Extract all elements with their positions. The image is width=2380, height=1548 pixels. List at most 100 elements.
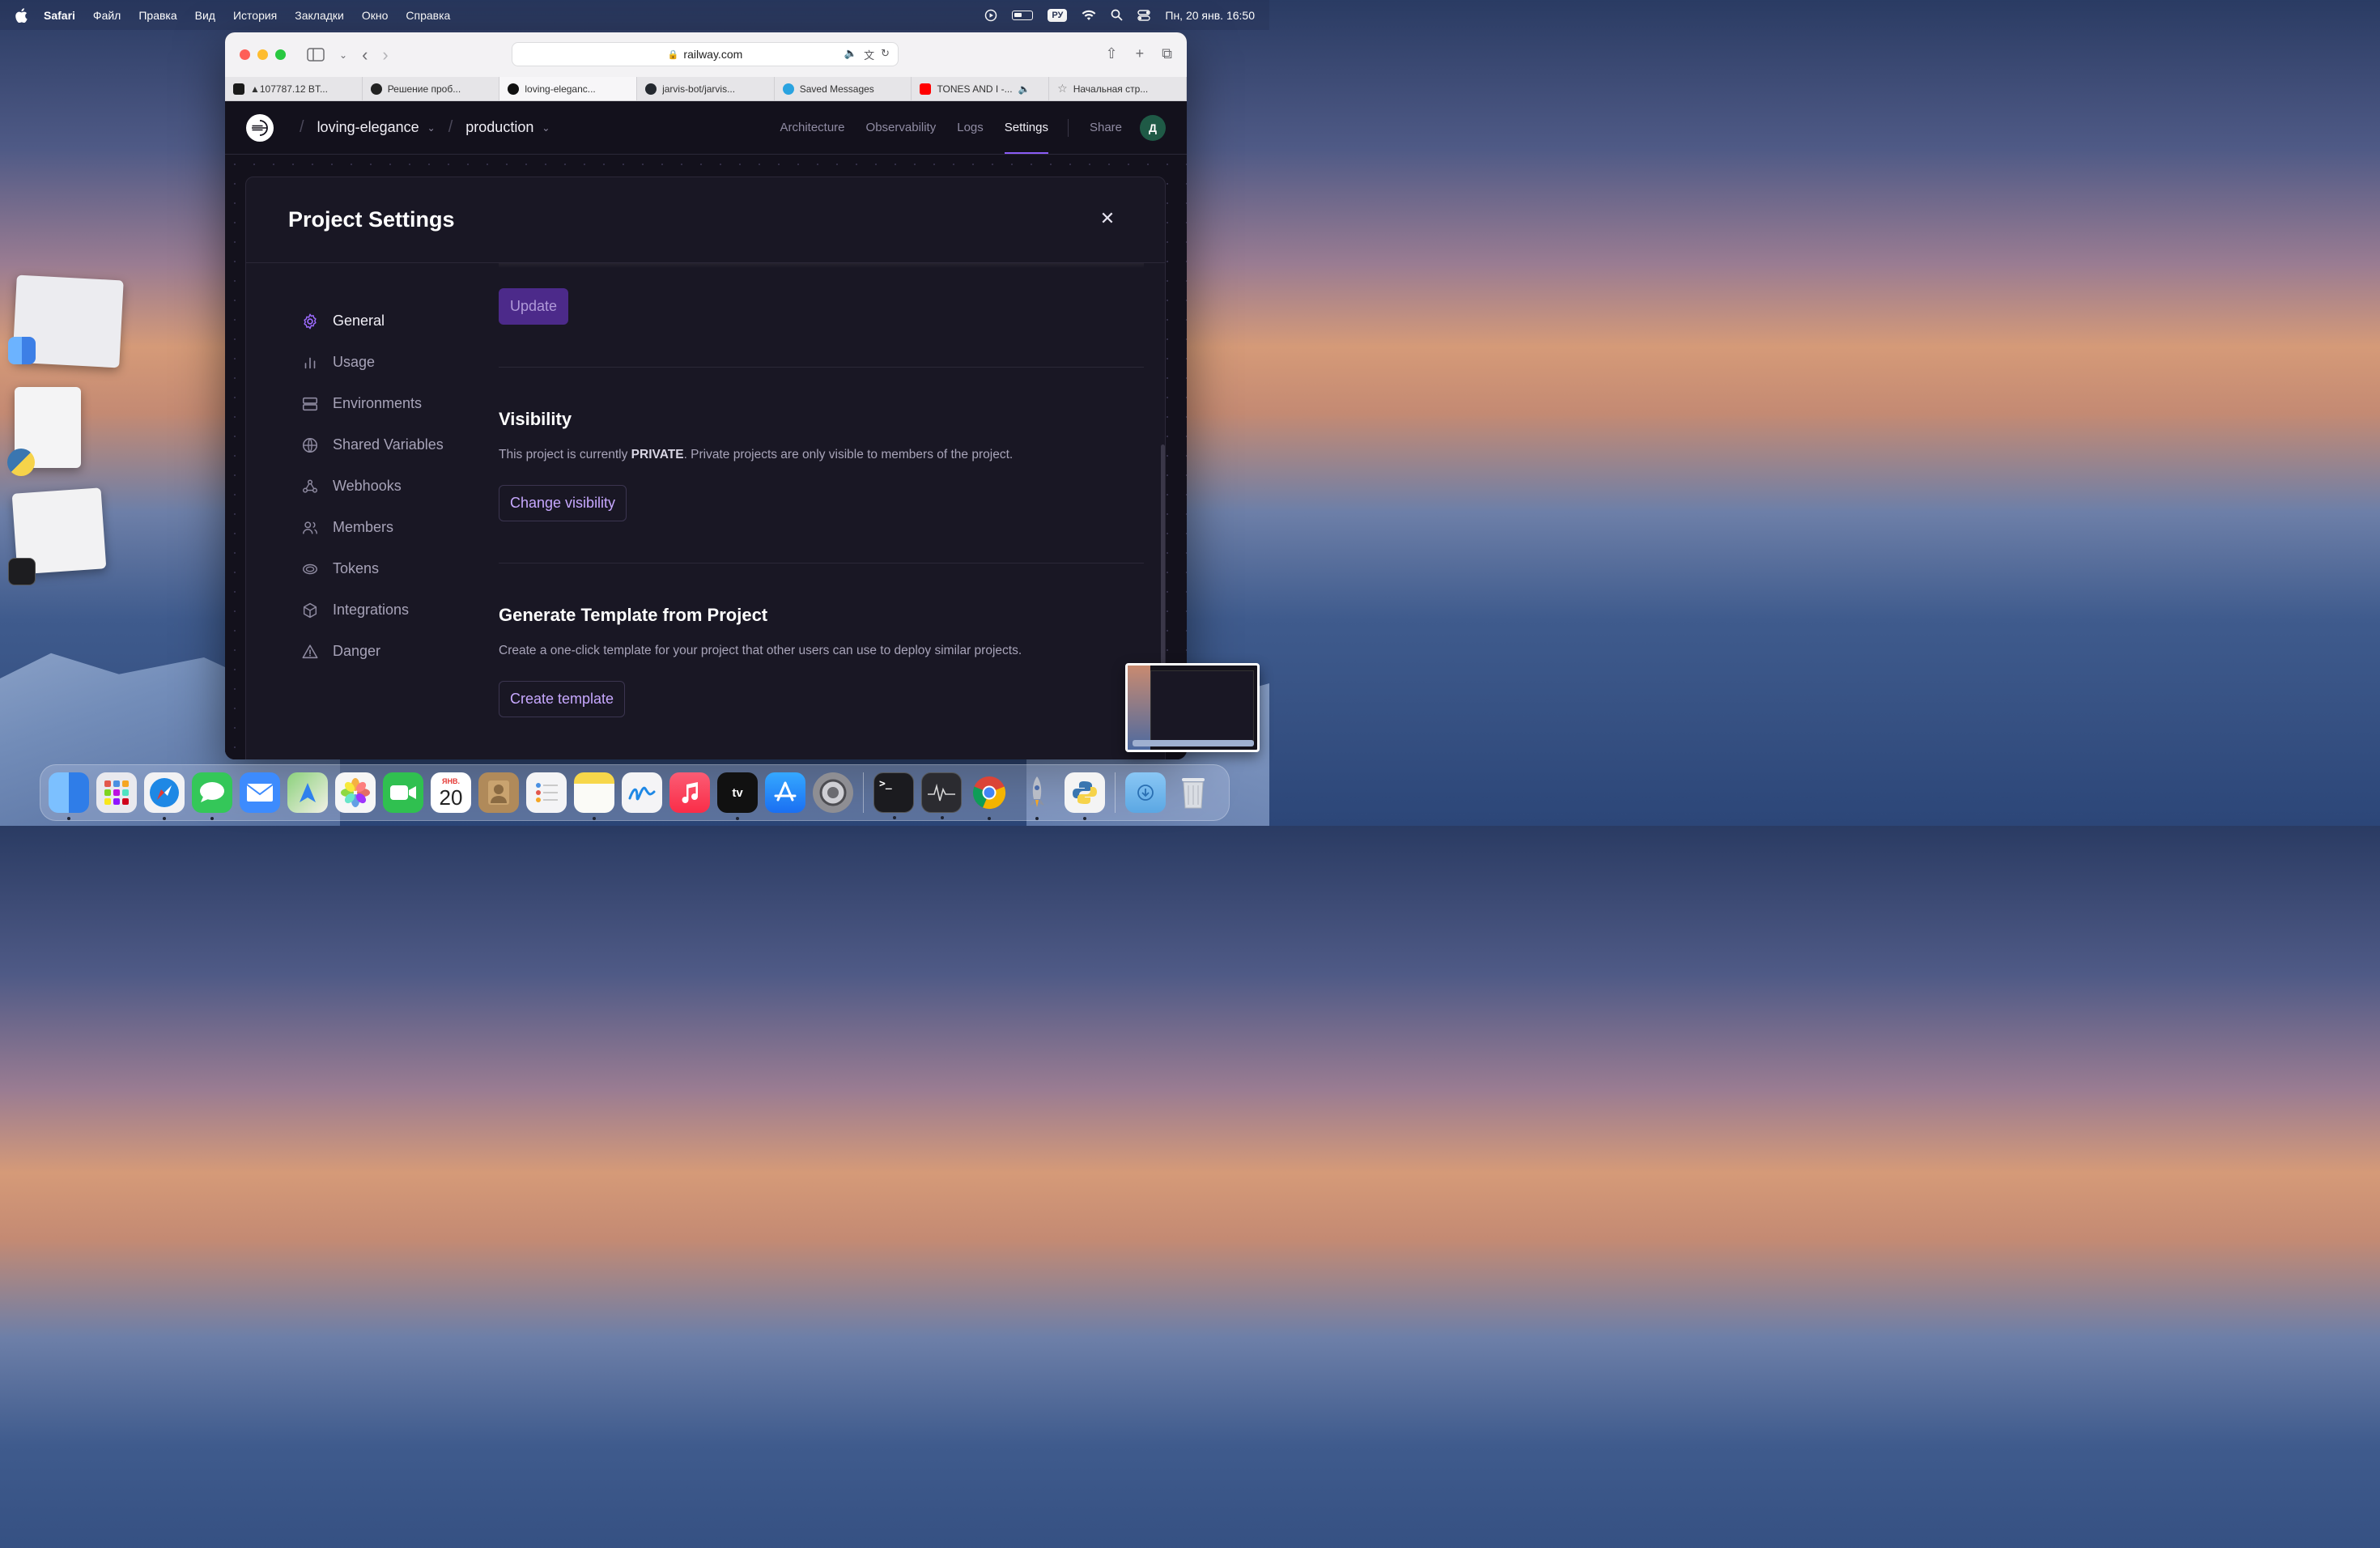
wifi-icon[interactable] — [1082, 10, 1096, 21]
sidebar-item-integrations[interactable]: Integrations — [301, 589, 479, 631]
address-bar[interactable]: 🔒 railway.com 🔈 文 ↻ — [512, 42, 899, 66]
change-visibility-button[interactable]: Change visibility — [499, 485, 627, 521]
menu-app-name[interactable]: Safari — [44, 9, 75, 22]
sidebar-item-environments[interactable]: Environments — [301, 383, 479, 424]
finder-stack-icon[interactable] — [8, 337, 36, 364]
finder-icon[interactable] — [49, 772, 89, 820]
zoom-window-button[interactable] — [275, 49, 286, 60]
menu-help[interactable]: Справка — [406, 9, 450, 22]
browser-tab[interactable]: Saved Messages — [775, 77, 912, 100]
input-source-badge[interactable]: РУ — [1048, 8, 1068, 22]
screenshot-thumbnail[interactable] — [1125, 663, 1260, 752]
menu-bookmarks[interactable]: Закладки — [295, 9, 344, 22]
envelope — [246, 784, 274, 802]
back-arrow-icon[interactable]: ‹ — [362, 45, 368, 66]
screen-recording-icon[interactable] — [984, 9, 997, 22]
star-favicon: ☆ — [1057, 82, 1068, 95]
terminal-stack-icon[interactable] — [8, 558, 36, 585]
environment-selector[interactable]: production ⌄ — [465, 119, 550, 136]
reminders-icon[interactable] — [526, 772, 567, 813]
rocket-icon[interactable] — [1017, 772, 1057, 820]
nav-observability[interactable]: Observability — [866, 101, 937, 154]
bar-chart-icon — [304, 357, 316, 368]
messages-icon[interactable] — [192, 772, 232, 820]
browser-tab[interactable]: ▲107787.12 BT... — [225, 77, 363, 100]
safari-icon[interactable] — [144, 772, 185, 820]
sidebar-item-danger[interactable]: Danger — [301, 631, 479, 672]
chrome-icon[interactable] — [969, 772, 1009, 820]
reload-icon[interactable]: ↻ — [881, 47, 890, 62]
app-store-a — [774, 781, 797, 802]
translate-icon[interactable]: 文 — [864, 47, 874, 62]
video-camera — [390, 785, 416, 800]
sidebar-toggle-icon[interactable] — [307, 48, 325, 62]
browser-tab[interactable]: jarvis-bot/jarvis... — [637, 77, 775, 100]
photos-icon[interactable] — [335, 772, 376, 813]
freeform-icon[interactable] — [622, 772, 662, 813]
youtube-favicon — [920, 83, 932, 95]
menu-window[interactable]: Окно — [362, 9, 389, 22]
tv-icon[interactable]: tv — [717, 772, 758, 820]
mail-icon[interactable] — [240, 772, 280, 813]
sidebar-item-members[interactable]: Members — [301, 507, 479, 548]
railway-logo-icon[interactable] — [246, 113, 274, 142]
user-avatar[interactable]: Д — [1140, 114, 1166, 141]
calendar-icon[interactable]: ЯНВ. 20 — [431, 772, 471, 813]
trash-icon[interactable] — [1173, 772, 1213, 813]
tab-audio-icon[interactable]: 🔈 — [1018, 83, 1031, 95]
menubar-clock[interactable]: Пн, 20 янв. 16:50 — [1165, 9, 1255, 22]
telegram-favicon — [782, 83, 794, 95]
nav-share[interactable]: Share — [1090, 101, 1122, 154]
maps-icon[interactable] — [287, 772, 328, 813]
tab-group-chevron-icon[interactable]: ⌄ — [339, 49, 347, 61]
python-launcher-icon[interactable] — [1065, 772, 1105, 820]
contacts-icon[interactable] — [478, 772, 519, 813]
music-icon[interactable] — [669, 772, 710, 813]
share-icon[interactable]: ⇧ — [1106, 45, 1118, 62]
apple-menu-icon[interactable] — [15, 7, 28, 23]
launchpad-icon[interactable] — [96, 772, 137, 813]
browser-tab-active[interactable]: loving-eleganc... — [499, 77, 638, 100]
spotlight-search-icon[interactable] — [1111, 9, 1124, 21]
create-template-button[interactable]: Create template — [499, 681, 626, 717]
minimize-window-button[interactable] — [257, 49, 268, 60]
control-center-icon[interactable] — [1137, 9, 1151, 21]
nav-architecture[interactable]: Architecture — [780, 101, 844, 154]
nav-logs[interactable]: Logs — [957, 101, 984, 154]
terminal-icon[interactable]: >_ — [873, 772, 914, 819]
close-icon[interactable]: ✕ — [1099, 210, 1116, 228]
close-window-button[interactable] — [240, 49, 250, 60]
browser-tab[interactable]: Решение проб... — [363, 77, 500, 100]
system-settings-icon[interactable] — [813, 772, 853, 813]
url-text[interactable]: railway.com — [683, 48, 742, 61]
notes-icon[interactable] — [574, 772, 614, 820]
app-store-icon[interactable] — [765, 772, 805, 813]
facetime-icon[interactable] — [383, 772, 423, 813]
browser-tab[interactable]: ☆ Начальная стр... — [1049, 77, 1187, 100]
sidebar-item-shared-variables[interactable]: Shared Variables — [301, 424, 479, 466]
activity-monitor-icon[interactable] — [921, 772, 962, 819]
menu-file[interactable]: Файл — [93, 9, 121, 22]
trash-can — [1182, 778, 1205, 809]
new-tab-icon[interactable]: + — [1136, 45, 1145, 62]
browser-tab[interactable]: TONES AND I -... 🔈 — [912, 77, 1050, 100]
update-button[interactable]: Update — [499, 288, 568, 325]
sidebar-item-general[interactable]: General — [301, 300, 479, 342]
sidebar-item-usage[interactable]: Usage — [301, 342, 479, 383]
menu-view[interactable]: Вид — [195, 9, 215, 22]
nav-settings[interactable]: Settings — [1004, 101, 1049, 154]
python-stack-icon[interactable] — [7, 449, 35, 476]
sidebar-item-webhooks[interactable]: Webhooks — [301, 466, 479, 507]
audio-playing-icon[interactable]: 🔈 — [844, 47, 857, 62]
sidebar-item-tokens[interactable]: Tokens — [301, 548, 479, 589]
tab-overview-icon[interactable]: ⧉ — [1162, 45, 1172, 62]
downloads-folder-icon[interactable] — [1125, 772, 1166, 813]
content-scrollbar[interactable] — [1161, 444, 1165, 671]
chart-favicon — [233, 83, 244, 95]
project-selector[interactable]: loving-elegance ⌄ — [317, 119, 436, 136]
menu-edit[interactable]: Правка — [138, 9, 176, 22]
sidebar-item-label: Shared Variables — [333, 436, 444, 453]
forward-arrow-icon[interactable]: › — [382, 45, 388, 66]
menu-history[interactable]: История — [233, 9, 277, 22]
battery-icon[interactable] — [1012, 10, 1034, 20]
